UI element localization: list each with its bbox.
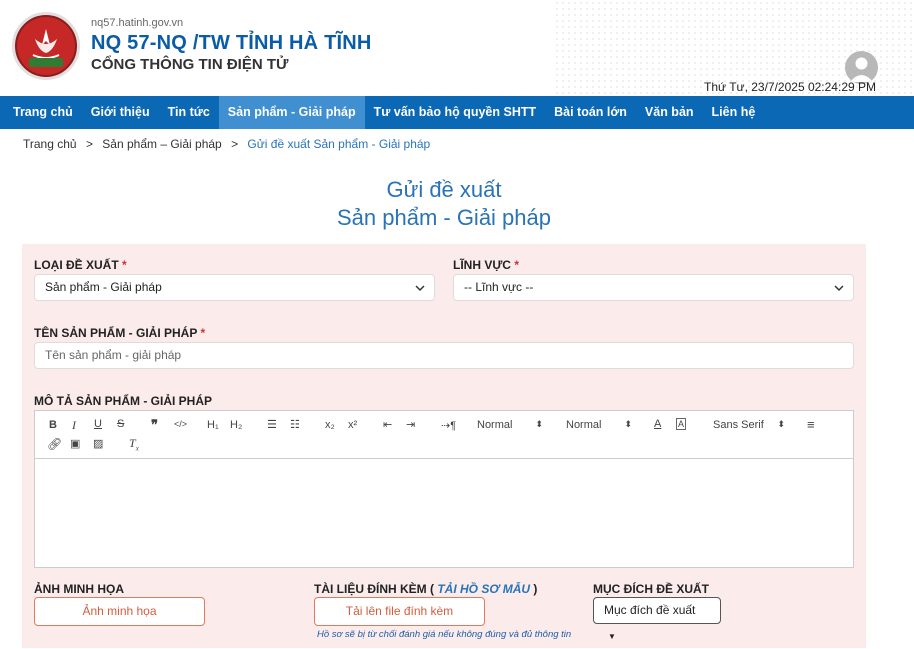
header-2-icon[interactable]: H₂ (230, 419, 242, 431)
background-color-icon[interactable]: A (676, 418, 687, 430)
site-domain: nq57.hatinh.gov.vn (91, 17, 184, 29)
strikethrough-icon[interactable]: S (117, 418, 124, 430)
description-editor: B I U S ❞ </> H₁ H₂ ☰ ☷ x₂ x² ⇤ ⇥ ⇢¶ Nor… (34, 410, 854, 568)
bullet-list-icon[interactable]: ☷ (290, 418, 300, 431)
size-picker-value: Normal (566, 419, 602, 431)
required-mark: * (200, 326, 206, 340)
nav-item-ip-consulting[interactable]: Tư vấn bảo hộ quyền SHTT (365, 96, 546, 129)
breadcrumb-home[interactable]: Trang chủ (23, 137, 77, 151)
nav-item-products[interactable]: Sản phẩm - Giải pháp (218, 96, 365, 129)
font-color-icon[interactable]: A (654, 418, 661, 430)
nav-item-news[interactable]: Tin tức (159, 96, 219, 129)
link-icon[interactable]: 🔗︎ (47, 437, 62, 451)
attachment-upload-button[interactable]: Tải lên file đính kèm (314, 597, 485, 626)
updown-icon: ⬍ (624, 419, 632, 429)
breadcrumb-separator: > (85, 137, 93, 151)
current-datetime: Thứ Tư, 23/7/2025 02:24:29 PM (704, 80, 876, 94)
updown-icon: ⬍ (535, 419, 543, 429)
field-select[interactable]: -- Lĩnh vực -- (453, 274, 854, 301)
download-template-link[interactable]: TẢI HỒ SƠ MẪU (437, 582, 530, 596)
attach-label-text: TÀI LIỆU ĐÍNH KÈM ( (314, 582, 434, 596)
chevron-down-icon (834, 285, 844, 292)
field-label: LĨNH VỰC * (453, 258, 519, 272)
code-icon[interactable]: </> (174, 419, 187, 429)
caret-down-icon: ▼ (608, 632, 616, 641)
italic-icon[interactable]: I (72, 418, 76, 433)
required-mark: * (514, 258, 519, 272)
proposal-form: LOẠI ĐỀ XUẤT * Sản phẩm - Giải pháp LĨNH… (22, 244, 866, 648)
attach-label-end: ) (533, 582, 538, 596)
clear-format-icon[interactable]: Tx (129, 436, 139, 452)
align-icon[interactable]: ≡ (807, 417, 815, 432)
nav-item-documents[interactable]: Văn bản (636, 96, 703, 129)
purpose-dropdown-label: Mục đích đề xuất (604, 603, 696, 617)
site-title[interactable]: NQ 57-NQ /TW TỈNH HÀ TĨNH (91, 32, 372, 55)
breadcrumb-current: Gửi đề xuất Sản phẩm - Giải pháp (247, 137, 431, 151)
page-title-line1: Gửi đề xuất (386, 177, 502, 202)
indent-icon[interactable]: ⇥ (406, 418, 415, 431)
blockquote-icon[interactable]: ❞ (151, 417, 158, 433)
type-label: LOẠI ĐỀ XUẤT * (34, 258, 127, 272)
underline-icon[interactable]: U (94, 418, 102, 430)
breadcrumb-section[interactable]: Sản phẩm – Giải pháp (102, 137, 221, 151)
attachment-note: Hồ sơ sẽ bị từ chối đánh giá nếu không đ… (317, 629, 572, 640)
main-nav: Trang chủ Giới thiệu Tin tức Sản phẩm - … (0, 96, 914, 129)
purpose-label: MỤC ĐÍCH ĐỀ XUẤT (593, 582, 709, 596)
superscript-icon[interactable]: x² (348, 419, 357, 431)
editor-content[interactable] (35, 460, 853, 567)
page-title-line2: Sản phẩm - Giải pháp (336, 205, 552, 230)
purpose-dropdown[interactable]: Mục đích đề xuất ▼ (593, 597, 721, 641)
size-picker[interactable]: Normal ⬍ (566, 419, 632, 431)
site-header: nq57.hatinh.gov.vn NQ 57-NQ /TW TỈNH HÀ … (0, 0, 914, 96)
field-label-text: LĨNH VỰC (453, 258, 511, 272)
nav-item-home[interactable]: Trang chủ (0, 96, 82, 129)
name-label: TÊN SẢN PHẨM - GIẢI PHÁP * (34, 326, 205, 340)
chevron-down-icon (415, 285, 425, 292)
required-mark: * (122, 258, 127, 272)
attach-label: TÀI LIỆU ĐÍNH KÈM ( TẢI HỒ SƠ MẪU ) (314, 582, 537, 596)
name-input[interactable]: Tên sản phẩm - giải pháp (34, 342, 854, 369)
breadcrumb-separator: > (231, 137, 239, 151)
image-icon[interactable]: ▨ (93, 437, 103, 450)
ordered-list-icon[interactable]: ☰ (267, 418, 277, 431)
video-icon[interactable]: ▣ (70, 437, 80, 450)
type-label-text: LOẠI ĐỀ XUẤT (34, 258, 119, 272)
header-picker-value: Normal (477, 419, 513, 431)
page-title: Gửi đề xuất Sản phẩm - Giải pháp (0, 176, 888, 232)
desc-label: MÔ TẢ SẢN PHẨM - GIẢI PHÁP (34, 394, 213, 408)
outdent-icon[interactable]: ⇤ (383, 418, 392, 431)
image-label: ẢNH MINH HỌA (34, 582, 124, 596)
header-1-icon[interactable]: H₁ (207, 419, 219, 431)
nav-item-about[interactable]: Giới thiệu (82, 96, 159, 129)
bold-icon[interactable]: B (49, 419, 57, 431)
font-picker-value: Sans Serif (713, 419, 764, 431)
breadcrumb: Trang chủ > Sản phẩm – Giải pháp > Gửi đ… (23, 137, 430, 151)
type-select[interactable]: Sản phẩm - Giải pháp (34, 274, 435, 301)
site-subtitle: CỔNG THÔNG TIN ĐIỆN TỬ (91, 56, 289, 73)
image-upload-button[interactable]: Ảnh minh họa (34, 597, 205, 626)
site-logo[interactable] (12, 12, 80, 80)
editor-toolbar: B I U S ❞ </> H₁ H₂ ☰ ☷ x₂ x² ⇤ ⇥ ⇢¶ Nor… (35, 411, 853, 459)
font-picker[interactable]: Sans Serif ⬍ (713, 419, 785, 431)
nav-item-big-problems[interactable]: Bài toán lớn (545, 96, 636, 129)
subscript-icon[interactable]: x₂ (325, 419, 335, 431)
type-select-value: Sản phẩm - Giải pháp (45, 280, 162, 294)
nav-item-contact[interactable]: Liên hệ (703, 96, 765, 129)
name-label-text: TÊN SẢN PHẨM - GIẢI PHÁP (34, 326, 198, 340)
updown-icon: ⬍ (777, 419, 785, 429)
text-direction-icon[interactable]: ⇢¶ (441, 419, 456, 432)
header-picker[interactable]: Normal ⬍ (477, 419, 543, 431)
field-select-value: -- Lĩnh vực -- (464, 280, 534, 294)
